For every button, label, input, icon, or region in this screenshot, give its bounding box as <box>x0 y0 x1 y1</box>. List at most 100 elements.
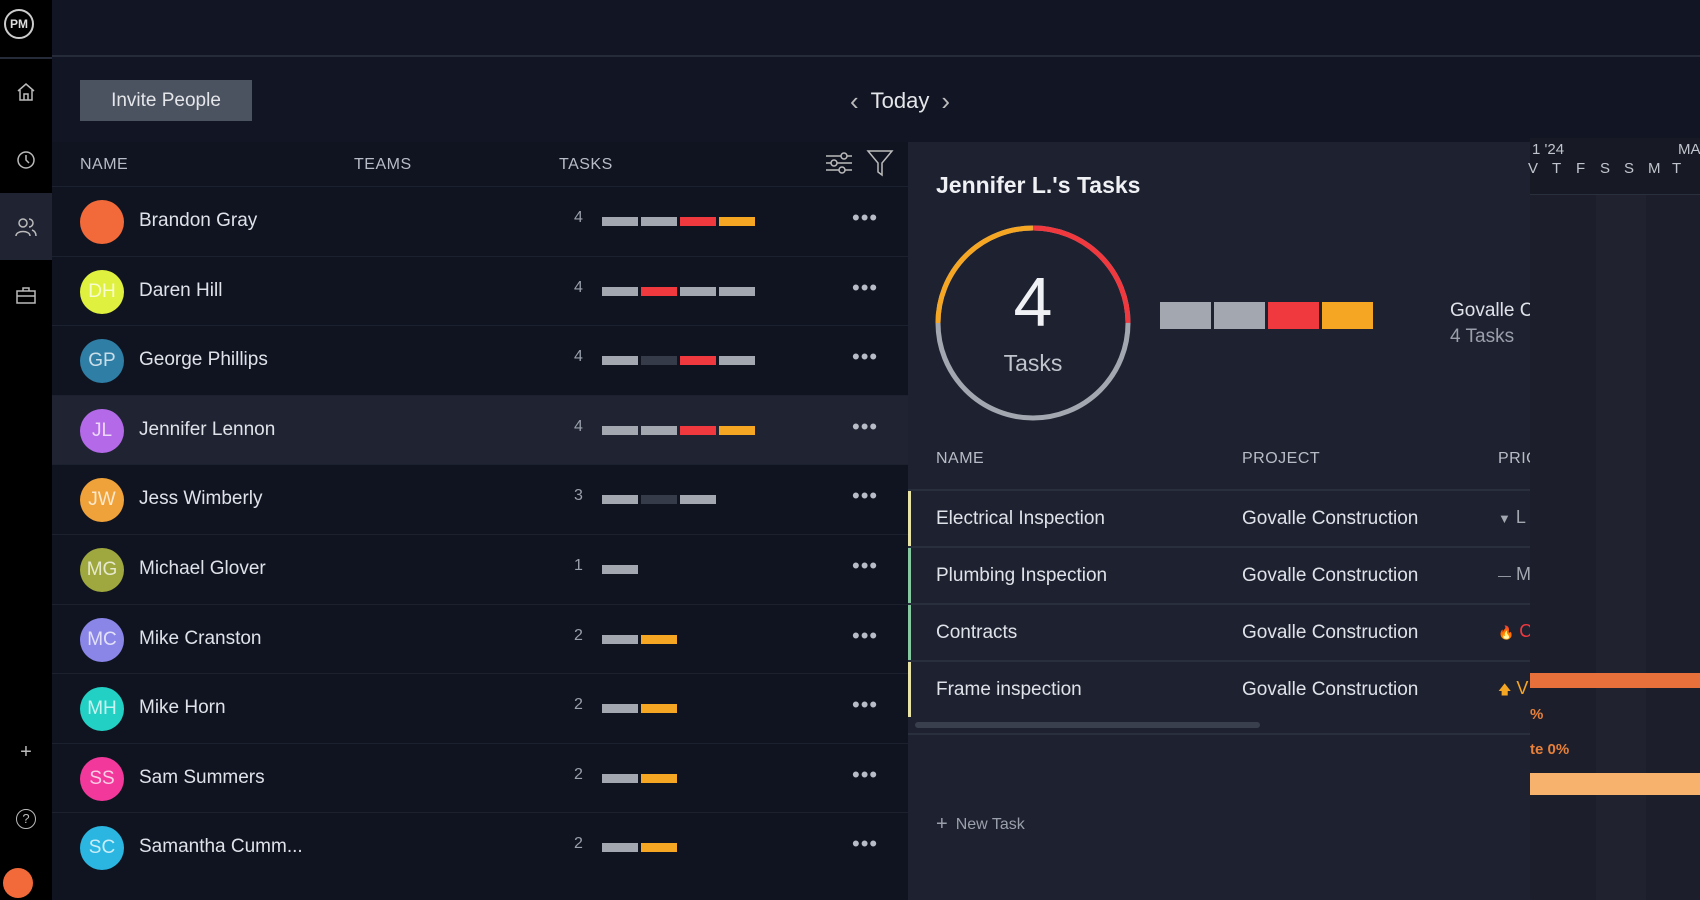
top-bar <box>52 0 1700 57</box>
task-row[interactable]: Electrical Inspection Govalle Constructi… <box>908 489 1530 546</box>
status-bar-orange <box>641 773 677 783</box>
task-count: 2 <box>574 835 583 853</box>
divider <box>908 733 1530 735</box>
status-bar-gray <box>641 425 677 435</box>
people-icon[interactable] <box>0 193 52 260</box>
status-bar-gray <box>602 425 638 435</box>
task-count: 4 <box>574 209 583 226</box>
chevron-left-icon[interactable]: ‹ <box>850 86 859 117</box>
status-bar-red <box>641 286 677 296</box>
more-options-icon[interactable]: ••• <box>852 205 878 231</box>
avatar: MG <box>80 548 124 592</box>
task-project: Govalle Construction <box>1242 508 1419 529</box>
task-status-bars <box>602 356 755 366</box>
more-options-icon[interactable]: ••• <box>852 483 878 509</box>
task-row[interactable]: Plumbing Inspection Govalle Construction… <box>908 546 1530 603</box>
task-project: Govalle Construction <box>1242 622 1419 643</box>
person-row[interactable]: MG Michael Glover 1 ••• <box>52 534 908 604</box>
person-name: Mike Cranston <box>139 627 262 649</box>
avatar: SC <box>80 826 124 871</box>
home-icon[interactable] <box>0 72 52 112</box>
date-navigator: ‹ Today › <box>850 86 950 116</box>
task-count: 2 <box>574 626 583 644</box>
priority-label: M <box>1516 564 1530 584</box>
person-row[interactable]: MC Mike Cranston 2 ••• <box>52 603 908 674</box>
person-name: Mike Horn <box>139 697 226 719</box>
status-bar-gray <box>602 843 638 853</box>
horizontal-scrollbar[interactable] <box>915 722 1260 728</box>
person-row[interactable]: JL Jennifer Lennon 4 ••• <box>52 394 908 465</box>
person-row[interactable]: SC Samantha Cumm... 2 ••• <box>52 812 908 882</box>
invite-people-button[interactable]: Invite People <box>80 80 252 121</box>
status-bar-gray <box>719 356 755 366</box>
chevron-right-icon[interactable]: › <box>941 86 950 117</box>
people-list: NAME TEAMS TASKS Brandon Gray 4 ••• DH Da… <box>52 142 908 900</box>
task-total: 4 <box>1013 263 1053 341</box>
more-options-icon[interactable]: ••• <box>852 553 878 579</box>
column-header-teams[interactable]: TEAMS <box>354 156 412 174</box>
status-bar-gray <box>680 495 716 505</box>
new-task-label: New Task <box>955 816 1025 833</box>
priority-dash-icon: — <box>1498 568 1511 583</box>
more-options-icon[interactable]: ••• <box>852 831 878 857</box>
task-status-bars <box>602 634 677 644</box>
gantt-bar[interactable] <box>1530 773 1700 795</box>
status-bar-gray <box>602 286 638 296</box>
today-button[interactable]: Today <box>871 88 930 114</box>
person-name: George Phillips <box>139 349 268 371</box>
task-count: 4 <box>574 417 583 435</box>
status-bar-gray <box>602 704 638 714</box>
more-options-icon[interactable]: ••• <box>852 623 878 649</box>
task-status-bars <box>602 704 677 714</box>
more-options-icon[interactable]: ••• <box>852 414 878 440</box>
summary-bars <box>1160 302 1373 329</box>
task-col-priority[interactable]: PRIO <box>1498 450 1530 468</box>
status-bar-gray <box>602 565 638 574</box>
clock-icon[interactable] <box>0 140 52 180</box>
new-task-button[interactable]: + New Task <box>936 814 1025 834</box>
settings-sliders-icon[interactable] <box>824 148 854 183</box>
task-row[interactable]: Contracts Govalle Construction 🔥 C <box>908 603 1530 660</box>
avatar <box>80 200 124 244</box>
priority-label: V <box>1516 678 1529 698</box>
month-label: MAY <box>1678 141 1700 158</box>
person-name: Samantha Cumm... <box>139 836 303 858</box>
task-col-project[interactable]: PROJECT <box>1242 450 1320 468</box>
plus-icon[interactable]: + <box>0 732 52 772</box>
more-options-icon[interactable]: ••• <box>852 344 878 370</box>
status-bar-orange <box>641 634 677 644</box>
person-row[interactable]: Brandon Gray 4 ••• <box>52 186 908 256</box>
task-count: 4 <box>574 278 583 296</box>
more-options-icon[interactable]: ••• <box>852 275 878 301</box>
task-col-name[interactable]: NAME <box>936 450 984 468</box>
task-status-bars <box>602 843 677 853</box>
avatar: MC <box>80 617 124 662</box>
status-bar-orange <box>641 843 677 853</box>
task-count: 4 <box>574 348 583 366</box>
gantt-label: % <box>1530 706 1544 723</box>
column-header-tasks[interactable]: TASKS <box>559 156 613 174</box>
help-icon[interactable]: ? <box>0 799 52 839</box>
person-row[interactable]: MH Mike Horn 2 ••• <box>52 673 908 743</box>
status-bar-orange <box>641 704 677 714</box>
status-bar-gray <box>641 217 677 226</box>
month-label: 1 '24 <box>1532 141 1565 158</box>
gantt-bar[interactable] <box>1530 673 1700 688</box>
priority-label: L <box>1515 507 1526 527</box>
person-row[interactable]: DH Daren Hill 4 ••• <box>52 255 908 326</box>
filter-icon[interactable] <box>866 148 894 183</box>
summary-bar-orange <box>1322 302 1373 329</box>
task-name: Frame inspection <box>936 679 1082 700</box>
person-row[interactable]: SS Sam Summers 2 ••• <box>52 742 908 813</box>
more-options-icon[interactable]: ••• <box>852 692 878 718</box>
more-options-icon[interactable]: ••• <box>852 762 878 788</box>
column-header-name[interactable]: NAME <box>80 156 128 174</box>
briefcase-icon[interactable] <box>0 275 52 315</box>
task-row[interactable]: Frame inspection Govalle Construction 🡅 … <box>908 660 1530 717</box>
person-row[interactable]: JW Jess Wimberly 3 ••• <box>52 464 908 534</box>
task-count: 2 <box>574 765 583 783</box>
user-avatar[interactable] <box>3 868 33 898</box>
person-row[interactable]: GP George Phillips 4 ••• <box>52 325 908 395</box>
task-status-bars <box>602 565 638 574</box>
status-bar-gray <box>602 217 638 226</box>
